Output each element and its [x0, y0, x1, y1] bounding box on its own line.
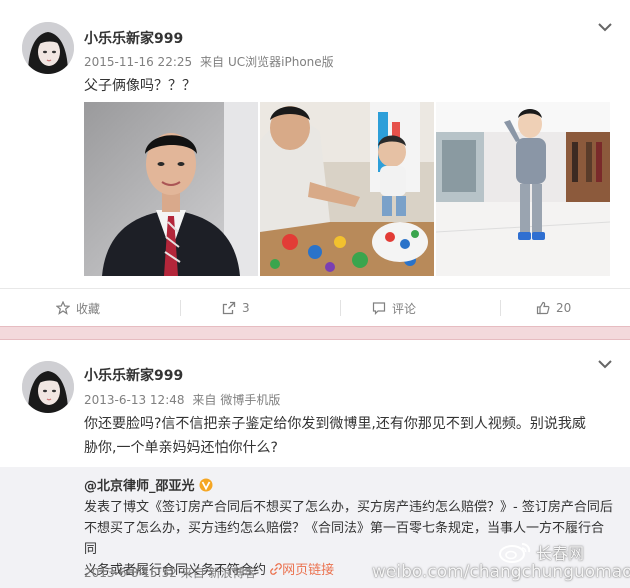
- like-count: 20: [556, 301, 572, 315]
- quoted-source[interactable]: 新浪博客: [209, 566, 257, 580]
- repost-icon: [222, 301, 236, 315]
- like-button[interactable]: 20: [536, 289, 571, 327]
- post-timestamp[interactable]: 2013-6-13 12:48: [84, 393, 185, 407]
- quoted-author[interactable]: @北京律师_邵亚光: [84, 475, 213, 494]
- watermark-brand-text: 长春网: [536, 544, 585, 563]
- source-prefix: 来自: [192, 393, 217, 407]
- chevron-down-icon[interactable]: [596, 357, 614, 371]
- favorite-button[interactable]: 收藏: [56, 289, 100, 327]
- quoted-meta: 2013-6-8 15:52 来自 新浪博客: [84, 564, 257, 581]
- chevron-down-icon[interactable]: [596, 20, 614, 34]
- post-text-line: 胁你,一个单亲妈妈还怕你什么?: [84, 440, 278, 456]
- quoted-author-name[interactable]: @北京律师_邵亚光: [84, 475, 195, 494]
- link-icon: [270, 563, 283, 575]
- source-prefix: 来自: [180, 566, 205, 580]
- quoted-text-line: 发表了博文《签订房产合同后不想买了怎么办，买方房产违约怎么赔偿？》- 签订房产合…: [84, 500, 613, 515]
- favorite-label: 收藏: [76, 301, 101, 316]
- comment-icon: [372, 302, 386, 315]
- father-and-son-playing-photo[interactable]: [260, 102, 434, 276]
- man-in-suit-photo[interactable]: [84, 102, 258, 276]
- post-meta: 2013-6-13 12:48 来自 微博手机版: [84, 391, 284, 408]
- repost-button[interactable]: 3: [222, 289, 250, 327]
- quoted-timestamp[interactable]: 2013-6-8 15:52: [84, 566, 177, 580]
- comment-button[interactable]: 评论: [372, 289, 416, 327]
- username[interactable]: 小乐乐新家999: [84, 28, 183, 48]
- comment-label: 评论: [392, 301, 417, 316]
- avatar[interactable]: [22, 22, 74, 74]
- post-timestamp[interactable]: 2015-11-16 22:25: [84, 55, 192, 69]
- action-separator: [340, 300, 341, 316]
- username[interactable]: 小乐乐新家999: [84, 365, 183, 385]
- web-link[interactable]: 网页链接: [270, 563, 334, 578]
- post-action-bar: 收藏 3 评论 20: [0, 288, 630, 326]
- weibo-post-1: 小乐乐新家999 2015-11-16 22:25 来自 UC浏览器iPhone版…: [0, 0, 630, 326]
- post-source[interactable]: 微博手机版: [220, 393, 280, 407]
- post-text: 你还要脸吗?信不信把亲子鉴定给你发到微博里,还有你那见不到人视频。别说我威 胁你…: [84, 412, 624, 460]
- star-icon: [56, 301, 70, 315]
- action-separator: [500, 300, 501, 316]
- post-meta: 2015-11-16 22:25 来自 UC浏览器iPhone版: [84, 53, 338, 70]
- boy-in-mall-photo[interactable]: [436, 102, 610, 276]
- post-source[interactable]: UC浏览器iPhone版: [228, 55, 334, 69]
- feed-divider: [0, 326, 630, 340]
- watermark-brand: 长春网: [498, 540, 584, 564]
- action-separator: [180, 300, 181, 316]
- source-prefix: 来自: [199, 55, 224, 69]
- weibo-logo-icon: [499, 543, 531, 563]
- thumbs-up-icon: [536, 301, 550, 315]
- avatar[interactable]: [22, 361, 74, 413]
- post-text: 父子俩像吗？？？: [84, 78, 196, 94]
- verified-badge-icon: [199, 478, 213, 491]
- watermark-url: weibo.com/changchunguomao: [372, 562, 630, 582]
- post-text-line: 你还要脸吗?信不信把亲子鉴定给你发到微博里,还有你那见不到人视频。别说我威: [84, 416, 586, 432]
- web-link-label: 网页链接: [282, 563, 335, 578]
- repost-count: 3: [242, 301, 250, 315]
